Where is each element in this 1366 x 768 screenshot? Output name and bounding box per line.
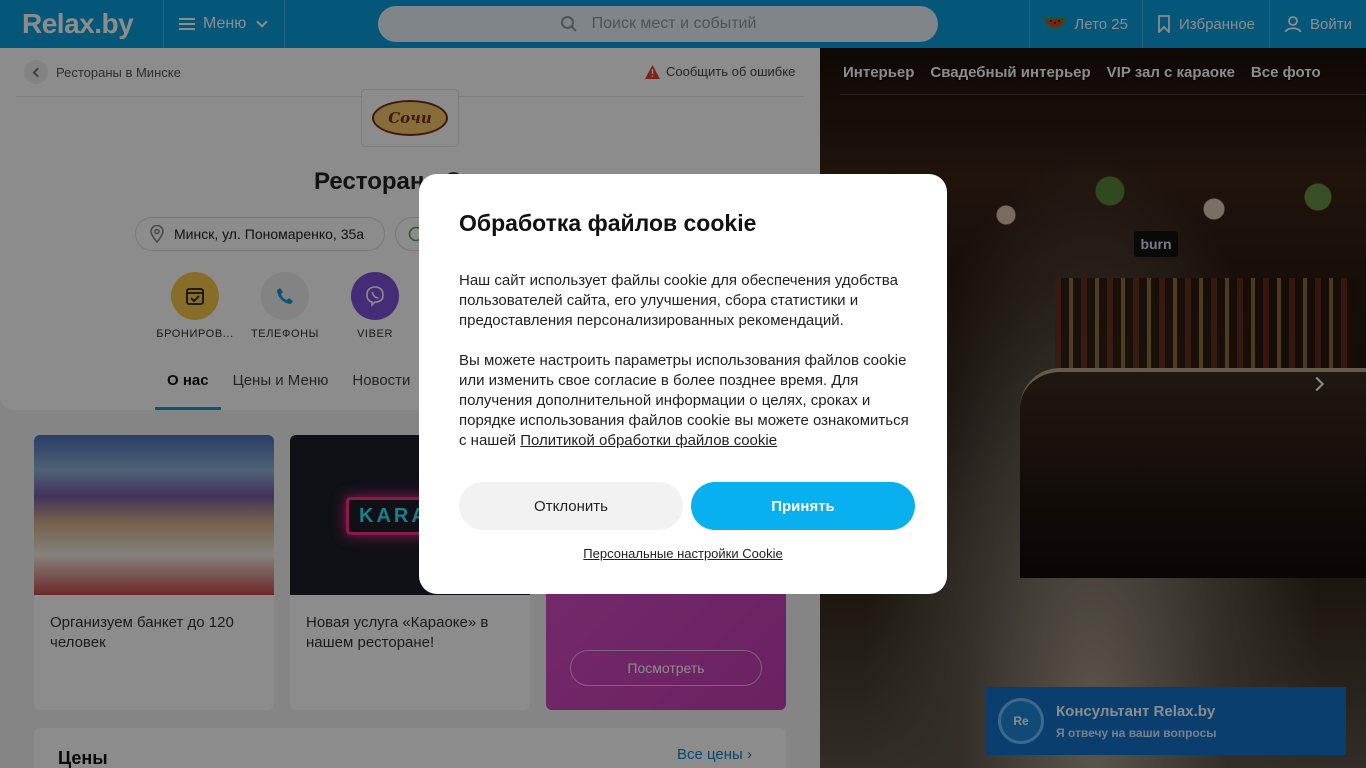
- personal-settings-link[interactable]: Персональные настройки Cookie: [419, 546, 947, 561]
- cookie-policy-link[interactable]: Политикой обработки файлов cookie: [520, 432, 777, 449]
- accept-button[interactable]: Принять: [691, 482, 915, 530]
- decline-button[interactable]: Отклонить: [459, 482, 683, 530]
- cookie-dialog: Обработка файлов cookie Наш сайт использ…: [419, 174, 947, 594]
- cookie-paragraph-1: Наш сайт использует файлы cookie для обе…: [459, 272, 898, 329]
- cookie-dialog-title: Обработка файлов cookie: [459, 210, 757, 236]
- cookie-paragraph-2: Вы можете настроить параметры использова…: [459, 351, 919, 451]
